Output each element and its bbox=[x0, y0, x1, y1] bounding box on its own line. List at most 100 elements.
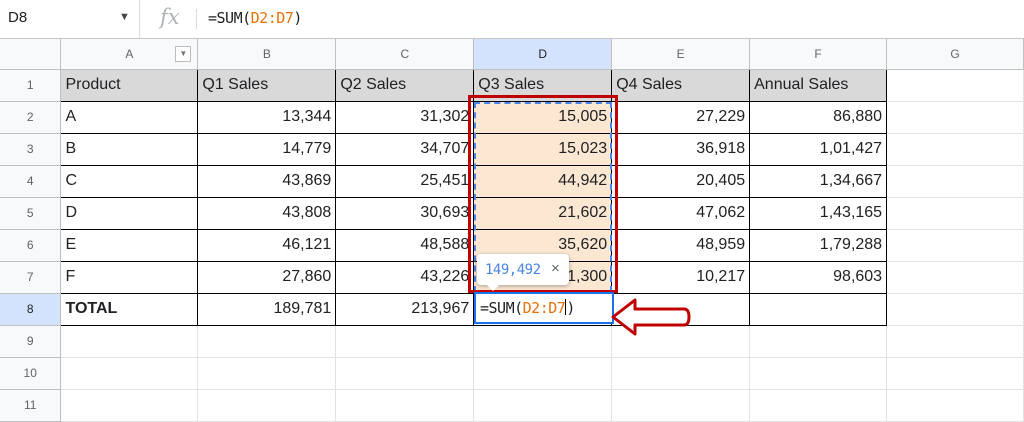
row-header-7[interactable]: 7 bbox=[0, 261, 62, 294]
column-header-d[interactable]: D bbox=[473, 39, 613, 70]
cell-a7[interactable]: F bbox=[60, 260, 199, 294]
cell-c4[interactable]: 25,451 bbox=[335, 164, 475, 198]
formula-input[interactable]: =SUM(D2:D7) bbox=[208, 9, 302, 27]
cell-g2[interactable] bbox=[886, 101, 1024, 134]
cell-f3[interactable]: 1,01,427 bbox=[749, 132, 888, 166]
select-all-corner[interactable] bbox=[0, 39, 62, 70]
row-header-4[interactable]: 4 bbox=[0, 165, 62, 198]
cell-b4[interactable]: 43,869 bbox=[197, 164, 337, 198]
active-cell-editor[interactable]: =SUM(D2:D7) bbox=[474, 292, 614, 324]
table-row: 10 bbox=[0, 357, 1024, 390]
row-header-10[interactable]: 10 bbox=[0, 357, 62, 390]
dropdown-arrow-icon[interactable]: ▼ bbox=[119, 11, 130, 23]
cell-g6[interactable] bbox=[886, 229, 1024, 262]
cell-e3[interactable]: 36,918 bbox=[611, 132, 751, 166]
cell-b6[interactable]: 46,121 bbox=[197, 228, 337, 262]
cell-c5[interactable]: 30,693 bbox=[335, 196, 475, 230]
cell-d3[interactable]: 15,023 bbox=[473, 132, 613, 166]
cell-c3[interactable]: 34,707 bbox=[335, 132, 475, 166]
cell-f7[interactable]: 98,603 bbox=[749, 260, 888, 294]
row-header-11[interactable]: 11 bbox=[0, 389, 62, 422]
cell-d4[interactable]: 44,942 bbox=[473, 164, 613, 198]
cell-e6[interactable]: 48,959 bbox=[611, 228, 751, 262]
cell-g3[interactable] bbox=[886, 133, 1024, 166]
cell-d5[interactable]: 21,602 bbox=[473, 196, 613, 230]
row-header-5[interactable]: 5 bbox=[0, 197, 62, 230]
cell-f4[interactable]: 1,34,667 bbox=[749, 164, 888, 198]
column-header-c[interactable]: C bbox=[335, 39, 475, 70]
cell-f9[interactable] bbox=[749, 325, 888, 358]
column-header-a[interactable]: A ▼ bbox=[60, 39, 199, 70]
cell-d11[interactable] bbox=[473, 389, 613, 422]
cell-c11[interactable] bbox=[335, 389, 475, 422]
cell-d9[interactable] bbox=[473, 325, 613, 358]
cell-a9[interactable] bbox=[60, 325, 199, 358]
cell-c6[interactable]: 48,588 bbox=[335, 228, 475, 262]
row-header-6[interactable]: 6 bbox=[0, 229, 62, 262]
cell-e2[interactable]: 27,229 bbox=[611, 100, 751, 134]
column-header-g[interactable]: G bbox=[886, 39, 1024, 70]
row-header-3[interactable]: 3 bbox=[0, 133, 62, 166]
cell-c7[interactable]: 43,226 bbox=[335, 260, 475, 294]
cell-e11[interactable] bbox=[611, 389, 751, 422]
table-row: 1 Product Q1 Sales Q2 Sales Q3 Sales Q4 Sales… bbox=[0, 68, 1024, 102]
column-header-e[interactable]: E bbox=[611, 39, 751, 70]
cell-b9[interactable] bbox=[197, 325, 337, 358]
cell-e4[interactable]: 20,405 bbox=[611, 164, 751, 198]
row-header-9[interactable]: 9 bbox=[0, 325, 62, 358]
cell-a1[interactable]: Product bbox=[60, 68, 199, 102]
column-header-f[interactable]: F bbox=[749, 39, 888, 70]
cell-b5[interactable]: 43,808 bbox=[197, 196, 337, 230]
cell-a10[interactable] bbox=[60, 357, 199, 390]
cell-e5[interactable]: 47,062 bbox=[611, 196, 751, 230]
cell-a2[interactable]: A bbox=[60, 100, 199, 134]
cell-a11[interactable] bbox=[60, 389, 199, 422]
cell-b2[interactable]: 13,344 bbox=[197, 100, 337, 134]
filter-dropdown-icon[interactable]: ▼ bbox=[175, 46, 192, 62]
cell-a8[interactable]: TOTAL bbox=[60, 292, 199, 326]
cell-f1[interactable]: Annual Sales bbox=[749, 68, 888, 102]
cell-e10[interactable] bbox=[611, 357, 751, 390]
cell-f5[interactable]: 1,43,165 bbox=[749, 196, 888, 230]
cell-g4[interactable] bbox=[886, 165, 1024, 198]
cell-d2[interactable]: 15,005 bbox=[473, 100, 613, 134]
cell-a3[interactable]: B bbox=[60, 132, 199, 166]
cell-b11[interactable] bbox=[197, 389, 337, 422]
cell-b10[interactable] bbox=[197, 357, 337, 390]
cell-f8[interactable] bbox=[749, 292, 888, 326]
cell-c1[interactable]: Q2 Sales bbox=[335, 68, 475, 102]
cell-f6[interactable]: 1,79,288 bbox=[749, 228, 888, 262]
cell-g5[interactable] bbox=[886, 197, 1024, 230]
cell-g10[interactable] bbox=[886, 357, 1024, 390]
cell-c10[interactable] bbox=[335, 357, 475, 390]
cell-f10[interactable] bbox=[749, 357, 888, 390]
name-box[interactable]: D8 ▼ bbox=[0, 0, 140, 38]
cell-g8[interactable] bbox=[886, 293, 1024, 326]
cell-b3[interactable]: 14,779 bbox=[197, 132, 337, 166]
cell-g7[interactable] bbox=[886, 261, 1024, 294]
cell-a5[interactable]: D bbox=[60, 196, 199, 230]
cell-a6[interactable]: E bbox=[60, 228, 199, 262]
cell-f2[interactable]: 86,880 bbox=[749, 100, 888, 134]
cell-c9[interactable] bbox=[335, 325, 475, 358]
row-header-8[interactable]: 8 bbox=[0, 293, 62, 326]
row-header-2[interactable]: 2 bbox=[0, 101, 62, 134]
cell-b8[interactable]: 189,781 bbox=[197, 292, 337, 326]
cell-c8[interactable]: 213,967 bbox=[335, 292, 475, 326]
cell-d10[interactable] bbox=[473, 357, 613, 390]
cell-g9[interactable] bbox=[886, 325, 1024, 358]
cell-b7[interactable]: 27,860 bbox=[197, 260, 337, 294]
cell-b1[interactable]: Q1 Sales bbox=[197, 68, 337, 102]
close-icon[interactable]: × bbox=[551, 260, 560, 277]
column-header-b[interactable]: B bbox=[197, 39, 337, 70]
cell-g11[interactable] bbox=[886, 389, 1024, 422]
row-header-1[interactable]: 1 bbox=[0, 69, 62, 102]
cell-e1[interactable]: Q4 Sales bbox=[611, 68, 751, 102]
cell-a4[interactable]: C bbox=[60, 164, 199, 198]
cell-c2[interactable]: 31,302 bbox=[335, 100, 475, 134]
cell-f11[interactable] bbox=[749, 389, 888, 422]
cell-d1[interactable]: Q3 Sales bbox=[473, 68, 613, 102]
cell-g1[interactable] bbox=[886, 69, 1024, 102]
cell-e7[interactable]: 10,217 bbox=[611, 260, 751, 294]
spreadsheet-grid: A ▼ B C D E F G 1 Product Q1 Sales Q2 Sales Q3 Sales… bbox=[0, 39, 1024, 422]
